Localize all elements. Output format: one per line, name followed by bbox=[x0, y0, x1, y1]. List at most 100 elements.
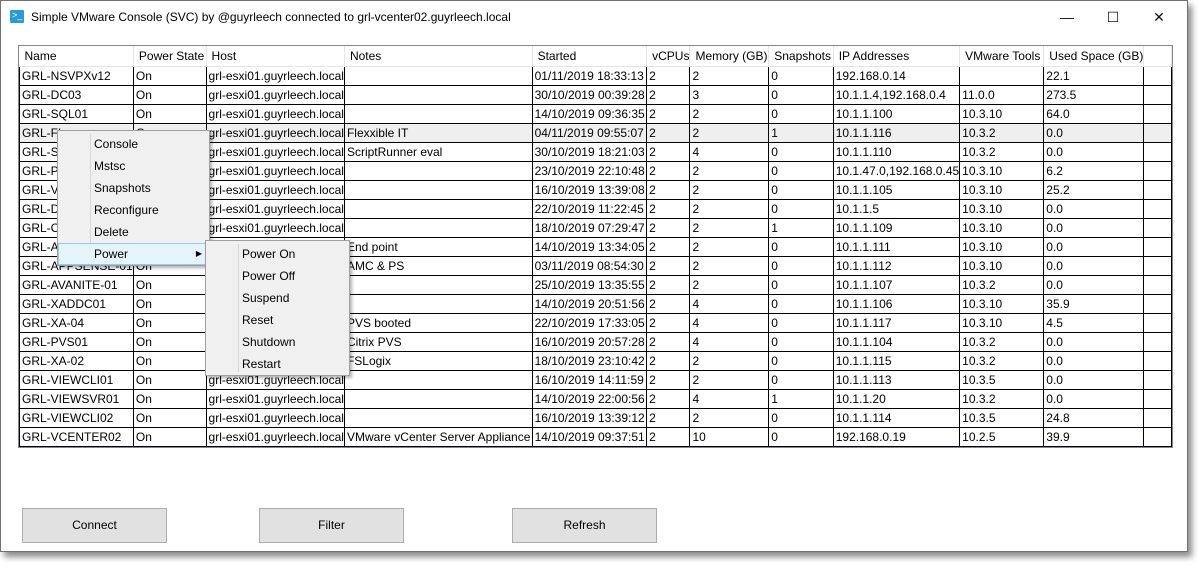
table-cell bbox=[1143, 104, 1172, 124]
column-header[interactable]: Host bbox=[206, 46, 345, 67]
table-cell: GRL-XA-02 bbox=[19, 351, 134, 371]
table-row[interactable]: GRL-DC03 On grl-esxi01.guyrleech.local 30/1… bbox=[19, 85, 1172, 105]
table-cell bbox=[1143, 351, 1172, 371]
table-row[interactable]: GRL-AVANITE-01Ongrl-esxi01.guyrleech.loc… bbox=[19, 275, 1172, 295]
table-cell: 2 bbox=[646, 123, 691, 143]
table-cell: 2 bbox=[646, 427, 691, 447]
menu-item-power-off[interactable]: Power Off bbox=[206, 265, 349, 287]
table-cell bbox=[1143, 294, 1172, 314]
table-cell: 0 bbox=[768, 332, 834, 352]
column-header[interactable]: Used Space (GB) bbox=[1043, 46, 1145, 67]
table-cell: 0.0 bbox=[1043, 123, 1145, 143]
menu-item-restart[interactable]: Restart bbox=[206, 353, 349, 375]
table-cell: 10.1.1.115 bbox=[832, 351, 961, 371]
table-cell: 14/10/2019 20:51:56 bbox=[531, 294, 648, 314]
table-cell: 10.3.5 bbox=[959, 370, 1045, 390]
table-cell: 192.168.0.19 bbox=[832, 427, 961, 447]
table-row[interactable]: GRL-VIEWSVR01 On grl-esxi01.guyrleech.loca… bbox=[19, 389, 1172, 409]
table-row[interactable]: GRL-VIEWCLI01 On grl-esxi01.guyrleech.loca… bbox=[19, 370, 1172, 390]
table-cell: 2 bbox=[646, 199, 691, 219]
table-row[interactable]: GRL-XA-04Ongrl-esxi01.guyrleech.localPVS… bbox=[19, 313, 1172, 333]
table-cell: 0 bbox=[768, 370, 834, 390]
table-cell bbox=[1143, 389, 1172, 409]
table-cell: grl-esxi01.guyrleech.local bbox=[205, 85, 345, 105]
connect-button[interactable]: Connect bbox=[22, 508, 167, 543]
table-row[interactable]: GRL-XADDC01Ongrl-esxi01.guyrleech.local1… bbox=[19, 294, 1172, 314]
menu-item-mstsc[interactable]: Mstsc bbox=[58, 155, 209, 177]
table-cell: FSLogix bbox=[343, 351, 533, 371]
table-cell: On bbox=[132, 427, 207, 447]
column-header[interactable] bbox=[1143, 46, 1172, 67]
table-cell: GRL-VIEWCLI01 bbox=[19, 370, 134, 390]
table-cell: 10.3.10 bbox=[959, 180, 1045, 200]
column-header[interactable]: VMware Tools bbox=[959, 46, 1045, 67]
table-row[interactable]: GRL-XA-02Ongrl-esxi01.guyrleech.localFSL… bbox=[19, 351, 1172, 371]
table-cell: 22/10/2019 11:22:45 bbox=[531, 199, 648, 219]
maximize-button[interactable]: ☐ bbox=[1090, 5, 1136, 29]
table-cell: GRL-VIEWCLI02 bbox=[19, 408, 134, 428]
table-cell: GRL-DC03 bbox=[19, 85, 134, 105]
column-header[interactable]: Started bbox=[532, 46, 648, 67]
table-cell: 2 bbox=[646, 332, 691, 352]
table-cell: 10.1.47.0,192.168.0.45 bbox=[832, 161, 961, 181]
column-header[interactable]: Power State bbox=[133, 46, 207, 67]
column-header[interactable]: Snapshots bbox=[768, 46, 834, 67]
minimize-button[interactable]: — bbox=[1044, 5, 1090, 29]
table-cell: 2 bbox=[646, 370, 691, 390]
table-cell: 2 bbox=[689, 180, 770, 200]
window-title: Simple VMware Console (SVC) by @guyrleec… bbox=[31, 10, 511, 24]
table-cell: On bbox=[132, 370, 207, 390]
table-cell: 3 bbox=[689, 85, 770, 105]
column-header[interactable]: vCPUs bbox=[646, 46, 691, 67]
menu-item-shutdown[interactable]: Shutdown bbox=[206, 331, 349, 353]
menu-item-reconfigure[interactable]: Reconfigure bbox=[58, 199, 209, 221]
table-row[interactable]: GRL-VCENTER02 On grl-esxi01.guyrleech.loca… bbox=[19, 427, 1172, 447]
menu-item-suspend[interactable]: Suspend bbox=[206, 287, 349, 309]
table-cell: 10.1.1.112 bbox=[832, 256, 961, 276]
table-cell: grl-esxi01.guyrleech.local bbox=[205, 199, 345, 219]
table-cell: 1 bbox=[768, 123, 834, 143]
close-button[interactable]: ✕ bbox=[1136, 5, 1182, 29]
table-cell bbox=[1143, 408, 1172, 428]
menu-item-console[interactable]: Console bbox=[58, 133, 209, 155]
table-cell bbox=[1143, 199, 1172, 219]
menu-item-power-on[interactable]: Power On bbox=[206, 243, 349, 265]
column-header[interactable]: Name bbox=[19, 46, 134, 67]
table-cell: 0 bbox=[768, 256, 834, 276]
table-cell: On bbox=[132, 351, 207, 371]
menu-item-reset[interactable]: Reset bbox=[206, 309, 349, 331]
table-cell bbox=[343, 370, 533, 390]
filter-button[interactable]: Filter bbox=[259, 508, 404, 543]
table-cell: 10.1.1.111 bbox=[832, 237, 961, 257]
table-cell: 0 bbox=[768, 142, 834, 162]
table-cell: 10.1.1.4,192.168.0.4 bbox=[832, 85, 961, 105]
table-cell: 0 bbox=[768, 351, 834, 371]
table-cell: 0 bbox=[768, 294, 834, 314]
table-cell: 2 bbox=[646, 85, 691, 105]
table-cell: 2 bbox=[689, 237, 770, 257]
table-cell: 192.168.0.14 bbox=[832, 66, 961, 86]
menu-item-delete[interactable]: Delete bbox=[58, 221, 209, 243]
menu-item-power[interactable]: Power ▶ bbox=[58, 243, 209, 265]
table-cell: 273.5 bbox=[1043, 85, 1145, 105]
refresh-button[interactable]: Refresh bbox=[512, 508, 657, 543]
column-header[interactable]: Notes bbox=[344, 46, 533, 67]
column-header[interactable]: Memory (GB) bbox=[689, 46, 770, 67]
menu-item-snapshots[interactable]: Snapshots bbox=[58, 177, 209, 199]
table-cell: On bbox=[132, 104, 207, 124]
table-cell: GRL-VIEWSVR01 bbox=[19, 389, 134, 409]
table-cell: 10.3.10 bbox=[959, 313, 1045, 333]
column-header[interactable]: IP Addresses bbox=[833, 46, 961, 67]
table-cell: 2 bbox=[646, 237, 691, 257]
table-row[interactable]: GRL-PVS01Ongrl-esxi01.guyrleech.localCit… bbox=[19, 332, 1172, 352]
table-cell: 10.1.1.20 bbox=[832, 389, 961, 409]
table-cell: 10.1.1.5 bbox=[832, 199, 961, 219]
table-row[interactable]: GRL-VIEWCLI02 On grl-esxi01.guyrleech.loca… bbox=[19, 408, 1172, 428]
table-cell: 4 bbox=[689, 389, 770, 409]
table-row[interactable]: GRL-SQL01 On grl-esxi01.guyrleech.local 14/… bbox=[19, 104, 1172, 124]
submenu-arrow-icon: ▶ bbox=[195, 249, 202, 258]
table-row[interactable]: GRL-NSVPXv12 On grl-esxi01.guyrleech.local… bbox=[19, 66, 1172, 86]
table-cell: 2 bbox=[646, 294, 691, 314]
table-cell: 2 bbox=[646, 351, 691, 371]
table-cell: 0 bbox=[768, 161, 834, 181]
